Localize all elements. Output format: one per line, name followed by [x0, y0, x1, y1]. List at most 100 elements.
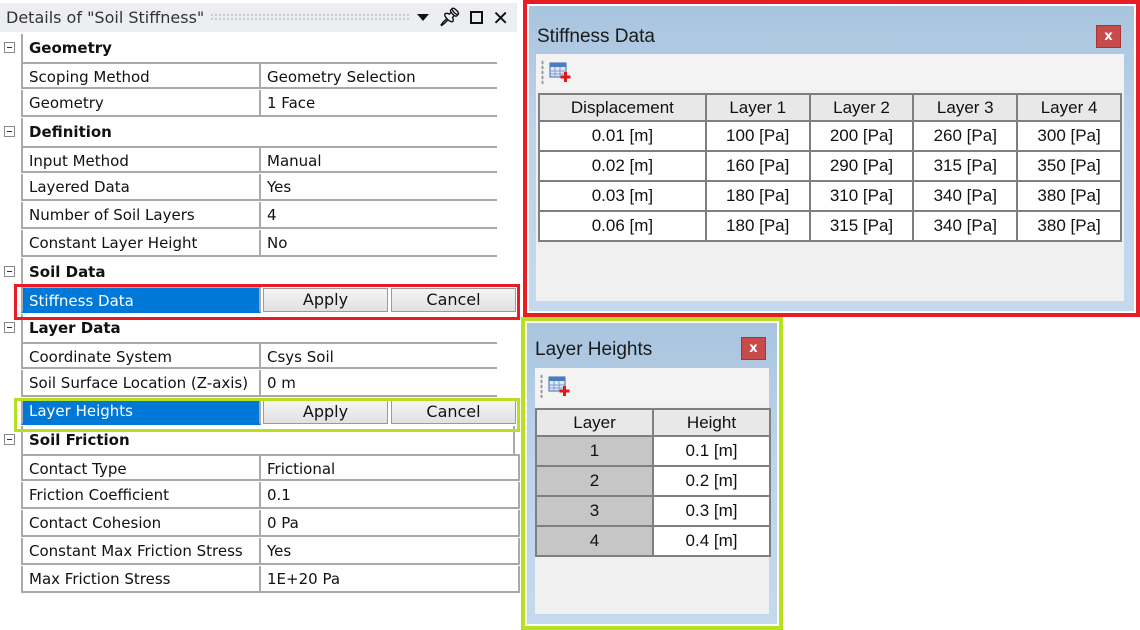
table-cell[interactable]: 315 [Pa] — [912, 150, 1019, 182]
column-header[interactable]: Layer 3 — [912, 93, 1019, 122]
property-name: Contact Cohesion — [21, 510, 261, 537]
property-value[interactable]: Yes — [261, 174, 497, 201]
title-grip[interactable] — [210, 13, 412, 22]
property-name[interactable]: Layer Heights — [21, 398, 261, 425]
table-cell[interactable]: 0.3 [m] — [652, 495, 771, 527]
property-name: Layered Data — [21, 174, 261, 201]
property-name: Soil Surface Location (Z-axis) — [21, 370, 261, 397]
table-cell[interactable]: 340 [Pa] — [912, 180, 1019, 212]
property-row[interactable]: Max Friction Stress 1E+20 Pa — [0, 566, 520, 594]
category-label: Geometry — [21, 34, 499, 62]
property-value[interactable]: Manual — [261, 146, 497, 173]
collapse-icon[interactable] — [4, 434, 15, 445]
add-row-icon[interactable] — [548, 376, 570, 396]
toolbar-grip[interactable] — [541, 60, 544, 84]
property-name[interactable]: Stiffness Data — [21, 286, 261, 313]
close-button[interactable]: x — [741, 337, 766, 360]
table-cell[interactable]: 315 [Pa] — [808, 210, 915, 242]
property-value[interactable]: 1E+20 Pa — [261, 566, 520, 593]
table-cell[interactable]: 0.4 [m] — [652, 525, 771, 557]
table-cell[interactable]: 310 [Pa] — [808, 180, 915, 212]
details-grid: Geometry Scoping Method Geometry Selecti… — [0, 34, 520, 594]
collapse-icon[interactable] — [4, 126, 15, 137]
property-row[interactable]: Contact Type Frictional — [0, 454, 520, 482]
pin-icon[interactable]: 📌︎ — [438, 8, 461, 27]
table-cell[interactable]: 290 [Pa] — [808, 150, 915, 182]
property-row[interactable]: Constant Layer Height No — [0, 230, 520, 258]
stiffness-data-row[interactable]: Stiffness Data Apply Cancel — [0, 286, 520, 314]
maximize-icon[interactable] — [470, 11, 484, 24]
property-value[interactable]: 0 m — [261, 370, 497, 397]
toolbar-grip[interactable] — [540, 374, 543, 398]
layer-heights-cancel-button[interactable]: Cancel — [391, 400, 516, 424]
details-pane: Details of "Soil Stiffness" 📌︎ ✕ Geometr… — [0, 0, 520, 630]
property-row[interactable]: Layered Data Yes — [0, 174, 520, 202]
row-header[interactable]: 2 — [535, 465, 654, 497]
property-value[interactable]: No — [261, 230, 497, 257]
row-header[interactable]: 3 — [535, 495, 654, 527]
property-row[interactable]: Number of Soil Layers 4 — [0, 202, 520, 230]
property-row[interactable]: Scoping Method Geometry Selection — [0, 62, 520, 90]
property-value[interactable]: Yes — [261, 538, 520, 565]
table-row: 3 0.3 [m] — [535, 495, 771, 527]
property-row[interactable]: Geometry 1 Face — [0, 90, 520, 118]
table-row: 4 0.4 [m] — [535, 525, 771, 557]
toolbar — [536, 54, 1124, 90]
property-value[interactable]: Csys Soil — [261, 342, 497, 369]
row-header[interactable]: 4 — [535, 525, 654, 557]
category-label: Layer Data — [21, 314, 499, 342]
add-row-icon[interactable] — [549, 62, 571, 82]
property-row[interactable]: Soil Surface Location (Z-axis) 0 m — [0, 370, 520, 398]
property-value[interactable]: 4 — [261, 202, 497, 229]
table-cell[interactable]: 300 [Pa] — [1016, 120, 1122, 152]
dropdown-icon[interactable] — [417, 14, 430, 21]
layer-heights-row[interactable]: Layer Heights Apply Cancel — [0, 398, 520, 426]
close-button[interactable]: x — [1096, 25, 1121, 48]
table-cell[interactable]: 0.02 [m] — [538, 150, 707, 182]
table-cell[interactable]: 0.01 [m] — [538, 120, 707, 152]
table-cell[interactable]: 0.2 [m] — [652, 465, 771, 497]
category-label: Soil Friction — [21, 426, 515, 454]
dialog-body: Displacement Layer 1 Layer 2 Layer 3 Lay… — [536, 54, 1124, 301]
column-header[interactable]: Layer 4 — [1016, 93, 1122, 122]
table-cell[interactable]: 260 [Pa] — [912, 120, 1019, 152]
property-row[interactable]: Coordinate System Csys Soil — [0, 342, 520, 370]
property-value[interactable]: 0 Pa — [261, 510, 520, 537]
collapse-icon[interactable] — [4, 266, 15, 277]
column-header[interactable]: Layer 1 — [704, 93, 811, 122]
property-row[interactable]: Input Method Manual — [0, 146, 520, 174]
table-cell[interactable]: 0.03 [m] — [538, 180, 707, 212]
property-value[interactable]: 0.1 — [261, 482, 520, 509]
collapse-icon[interactable] — [4, 42, 15, 53]
property-row[interactable]: Contact Cohesion 0 Pa — [0, 510, 520, 538]
property-row[interactable]: Constant Max Friction Stress Yes — [0, 538, 520, 566]
table-cell[interactable]: 340 [Pa] — [912, 210, 1019, 242]
table-cell[interactable]: 160 [Pa] — [704, 150, 811, 182]
layer-heights-apply-button[interactable]: Apply — [263, 400, 388, 424]
column-header[interactable]: Layer — [535, 408, 654, 437]
property-value[interactable]: 1 Face — [261, 90, 497, 117]
table-cell[interactable]: 100 [Pa] — [704, 120, 811, 152]
property-value[interactable]: Frictional — [261, 454, 520, 481]
row-header[interactable]: 1 — [535, 435, 654, 467]
table-cell[interactable]: 350 [Pa] — [1016, 150, 1122, 182]
table-row: 0.01 [m] 100 [Pa] 200 [Pa] 260 [Pa] 300 … — [538, 120, 1122, 152]
close-icon[interactable]: ✕ — [492, 8, 509, 28]
collapse-icon[interactable] — [4, 322, 15, 333]
stiffness-apply-button[interactable]: Apply — [263, 288, 388, 312]
table-cell[interactable]: 180 [Pa] — [704, 210, 811, 242]
property-row[interactable]: Friction Coefficient 0.1 — [0, 482, 520, 510]
table-cell[interactable]: 180 [Pa] — [704, 180, 811, 212]
column-header[interactable]: Height — [652, 408, 771, 437]
category-label: Soil Data — [21, 258, 499, 286]
column-header[interactable]: Displacement — [538, 93, 707, 122]
dialog-body: Layer Height 1 0.1 [m] 2 0.2 [m] 3 0.3 [… — [535, 368, 771, 614]
table-cell[interactable]: 380 [Pa] — [1016, 180, 1122, 212]
table-cell[interactable]: 0.1 [m] — [652, 435, 771, 467]
column-header[interactable]: Layer 2 — [808, 93, 915, 122]
table-cell[interactable]: 380 [Pa] — [1016, 210, 1122, 242]
stiffness-cancel-button[interactable]: Cancel — [391, 288, 516, 312]
table-cell[interactable]: 200 [Pa] — [808, 120, 915, 152]
property-value[interactable]: Geometry Selection — [261, 62, 497, 89]
table-cell[interactable]: 0.06 [m] — [538, 210, 707, 242]
